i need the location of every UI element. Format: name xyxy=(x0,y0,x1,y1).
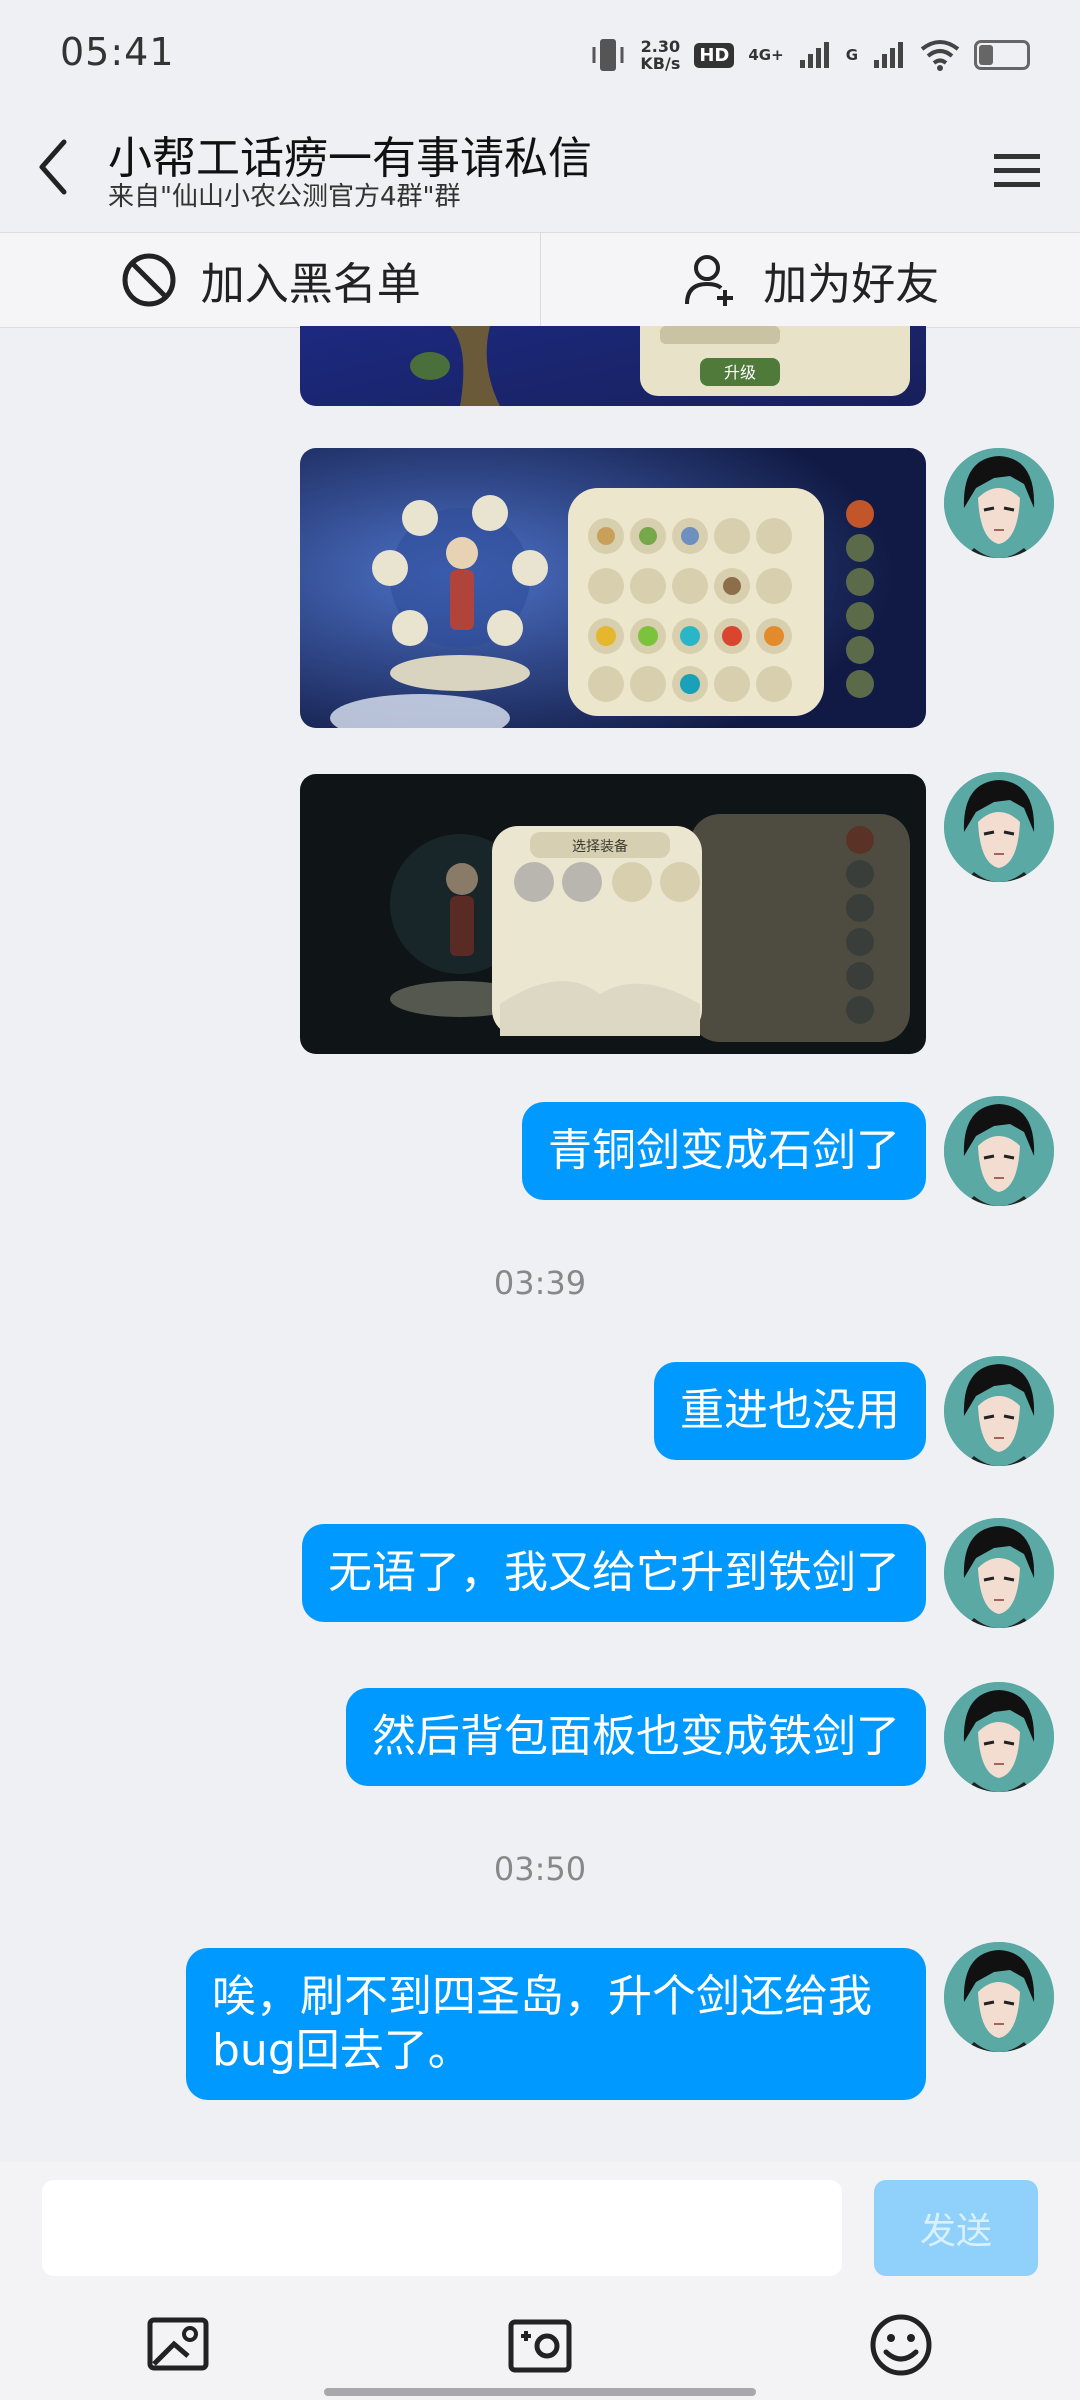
equip-dialog-title: 选择装备 xyxy=(572,838,628,855)
image-message[interactable]: 选择装备 xyxy=(300,774,926,1054)
net-speed: 2.30 KB/s xyxy=(640,38,680,72)
camera-icon[interactable] xyxy=(505,2310,575,2380)
message-list[interactable]: 升级 选择装备 青铜剑变成石剑了 03:39 重进也没用 无语了，我又给它升到铁… xyxy=(0,326,1080,2162)
message-bubble[interactable]: 青铜剑变成石剑了 xyxy=(522,1102,926,1200)
message-bubble[interactable]: 唉，刷不到四圣岛，升个剑还给我bug回去了。 xyxy=(186,1948,926,2100)
action-bar: 加入黑名单 加为好友 xyxy=(0,232,1080,328)
message-bubble[interactable]: 重进也没用 xyxy=(654,1362,926,1460)
back-arrow-icon[interactable] xyxy=(28,132,78,202)
avatar[interactable] xyxy=(944,1942,1054,2052)
timestamp: 03:50 xyxy=(493,1850,587,1888)
message-bubble[interactable]: 无语了，我又给它升到铁剑了 xyxy=(302,1524,926,1622)
message-input[interactable] xyxy=(42,2180,842,2276)
status-time: 05:41 xyxy=(60,30,175,74)
avatar-image xyxy=(944,448,1054,558)
net-speed-unit: KB/s xyxy=(640,54,681,73)
image-message[interactable] xyxy=(300,448,926,728)
home-indicator[interactable] xyxy=(324,2388,756,2396)
avatar[interactable] xyxy=(944,1356,1054,1466)
avatar-image xyxy=(944,1682,1054,1792)
game-screenshot-image: 升级 xyxy=(300,326,926,406)
menu-icon[interactable] xyxy=(988,140,1048,200)
upgrade-label: 升级 xyxy=(724,363,756,382)
send-button[interactable]: 发送 xyxy=(874,2180,1038,2276)
avatar-image xyxy=(944,1356,1054,1466)
game-inventory-image xyxy=(300,448,926,728)
avatar[interactable] xyxy=(944,1518,1054,1628)
add-person-icon xyxy=(685,255,734,306)
status-icons: 2.30 KB/s HD 4G+ G xyxy=(590,30,1030,80)
net-speed-value: 2.30 xyxy=(640,37,681,56)
avatar-image xyxy=(944,772,1054,882)
avatar-image xyxy=(944,1942,1054,2052)
vibrate-icon xyxy=(592,39,624,71)
message-bubble[interactable]: 然后背包面板也变成铁剑了 xyxy=(346,1688,926,1786)
timestamp: 03:39 xyxy=(493,1264,587,1302)
signal-icon-2 xyxy=(874,42,903,68)
hd-badge: HD xyxy=(694,42,735,68)
chat-subtitle: 来自"仙山小农公测官方4群"群 xyxy=(108,182,461,212)
avatar[interactable] xyxy=(944,1096,1054,1206)
add-to-blacklist-button[interactable]: 加入黑名单 xyxy=(0,233,540,327)
add-friend-label: 加为好友 xyxy=(763,259,940,310)
avatar[interactable] xyxy=(944,448,1054,558)
avatar[interactable] xyxy=(944,1682,1054,1792)
avatar-image xyxy=(944,1096,1054,1206)
avatar-image xyxy=(944,1518,1054,1628)
game-equip-image: 选择装备 xyxy=(300,774,926,1054)
block-icon xyxy=(122,253,176,307)
signal-icon xyxy=(799,42,829,68)
status-bar: 05:41 2.30 KB/s HD 4G+ G xyxy=(0,0,1080,110)
chat-header: 小帮工话痨一有事请私信 来自"仙山小农公测官方4群"群 xyxy=(0,110,1080,230)
input-bar: 发送 xyxy=(0,2162,1080,2400)
picture-icon[interactable] xyxy=(144,2310,214,2380)
add-to-blacklist-label: 加入黑名单 xyxy=(200,259,421,310)
network-g: G xyxy=(845,46,858,64)
emoji-icon[interactable] xyxy=(866,2310,936,2380)
network-4g: 4G+ xyxy=(748,46,784,64)
avatar[interactable] xyxy=(944,772,1054,882)
add-friend-button[interactable]: 加为好友 xyxy=(539,233,1080,327)
image-message[interactable]: 升级 xyxy=(300,326,926,406)
wifi-icon xyxy=(920,40,960,71)
battery-icon xyxy=(974,40,1030,70)
